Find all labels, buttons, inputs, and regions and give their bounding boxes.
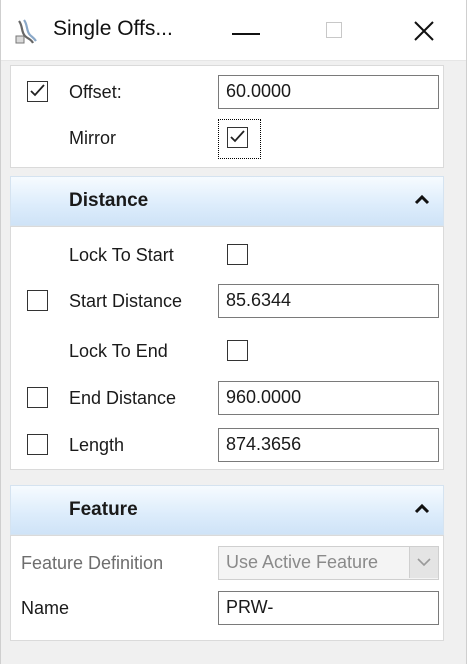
mirror-label: Mirror — [69, 128, 116, 148]
end-distance-field[interactable]: 960.0000 — [218, 381, 439, 415]
feature-definition-label: Feature Definition — [21, 553, 164, 573]
single-offset-dialog: Single Offs... Offset: 60.0000 Mirror Di… — [0, 0, 467, 664]
mirror-checkbox[interactable] — [227, 127, 248, 148]
minimize-icon — [232, 33, 260, 35]
checkmark-icon — [230, 130, 245, 143]
length-checkbox[interactable] — [27, 434, 48, 455]
lock-to-start-label: Lock To Start — [69, 245, 174, 265]
lock-to-end-label: Lock To End — [69, 341, 168, 361]
feature-definition-dropdown: Use Active Feature — [218, 546, 439, 580]
feature-section-header[interactable]: Feature — [10, 485, 444, 535]
checkmark-icon — [30, 84, 45, 97]
length-label: Length — [69, 435, 125, 455]
maximize-icon — [326, 22, 342, 38]
minimize-button[interactable] — [216, 0, 286, 60]
window-title: Single Offs... — [53, 17, 173, 40]
offset-label: Offset: — [69, 82, 122, 102]
close-button[interactable] — [393, 0, 463, 60]
title-bar[interactable]: Single Offs... — [1, 0, 466, 61]
close-icon — [414, 21, 434, 41]
start-distance-label: Start Distance — [69, 291, 183, 311]
maximize-button[interactable] — [301, 0, 371, 60]
lock-to-start-checkbox[interactable] — [227, 244, 248, 265]
collapse-chevron-up-icon[interactable] — [413, 502, 431, 514]
end-distance-checkbox[interactable] — [27, 387, 48, 408]
feature-section-title: Feature — [69, 499, 138, 520]
dropdown-arrow — [409, 547, 438, 578]
name-label: Name — [21, 598, 70, 618]
offset-field[interactable]: 60.0000 — [218, 75, 439, 109]
feature-definition-value: Use Active Feature — [226, 552, 379, 572]
chevron-down-icon — [417, 558, 431, 567]
end-distance-label: End Distance — [69, 388, 177, 408]
distance-section-title: Distance — [69, 190, 149, 211]
length-field[interactable]: 874.3656 — [218, 428, 439, 462]
start-distance-checkbox[interactable] — [27, 290, 48, 311]
lock-to-end-checkbox[interactable] — [227, 340, 248, 361]
name-field[interactable]: PRW- — [218, 591, 439, 625]
offset-checkbox[interactable] — [27, 81, 48, 102]
offset-tool-icon — [13, 18, 39, 46]
collapse-chevron-up-icon[interactable] — [413, 193, 431, 205]
start-distance-field[interactable]: 85.6344 — [218, 284, 439, 318]
distance-section-header[interactable]: Distance — [10, 176, 444, 226]
